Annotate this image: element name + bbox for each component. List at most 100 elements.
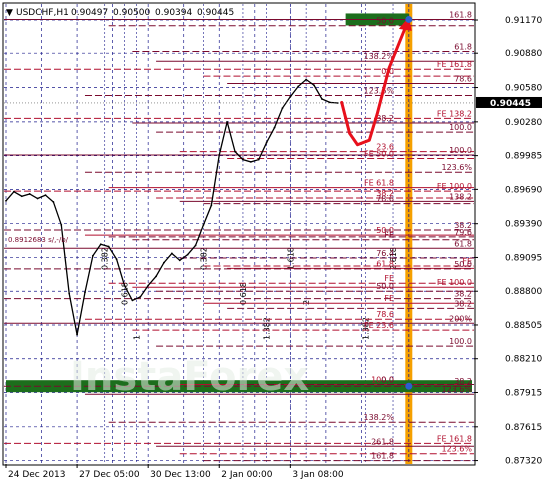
y-tick-label-0: 0.91170 <box>505 16 542 26</box>
fibo-level-label-14: 123.6% <box>441 163 472 172</box>
price-point-1 <box>12 190 15 193</box>
price-point-12 <box>99 243 102 246</box>
fibo-level-label-3: 138.2% <box>363 52 394 61</box>
target-marker-0 <box>405 15 413 23</box>
fibo-level-label-22: 79.6 <box>454 228 472 237</box>
y-tick-label-6: 0.89390 <box>505 220 542 230</box>
price-point-19 <box>155 275 157 278</box>
fibo-level-label-44: FE 161.8 <box>437 434 472 443</box>
fibo-level-label-19: 78.6 <box>376 195 394 204</box>
fibonacci-chart[interactable]: 0.3820.61810.3820.6181.3821.61821.3822.6… <box>0 0 545 484</box>
price-point-6 <box>52 201 55 203</box>
y-tick-label-13: 0.87320 <box>505 457 542 467</box>
fibo-level-label-45: 261.8 <box>371 437 394 446</box>
price-point-18 <box>147 284 150 287</box>
price-point-21 <box>170 252 173 255</box>
price-point-14 <box>115 258 118 261</box>
x-tick-label-0: 24 Dec 2013 <box>8 470 66 480</box>
price-point-27 <box>218 154 221 156</box>
price-point-40 <box>321 98 323 100</box>
side-note: 0.8912683 s/,-/b/ <box>8 236 69 244</box>
chart-header: ▼ USDCHF,H1 0.90497 0.90500 0.90394 0.90… <box>6 8 234 18</box>
x-tick-label-3: 2 Jan 00:00 <box>221 470 273 480</box>
price-point-10 <box>84 291 86 294</box>
price-point-11 <box>91 254 94 257</box>
y-tick-label-8: 0.88800 <box>505 287 542 297</box>
x-tick-label-4: 3 Jan 08:00 <box>292 470 344 480</box>
price-point-7 <box>60 223 63 226</box>
x-tick-label-1: 27 Dec 05:00 <box>79 470 140 480</box>
price-point-16 <box>131 299 134 302</box>
fibo-level-label-16: FE 100.0 <box>437 182 472 191</box>
price-point-23 <box>186 253 189 256</box>
price-point-0 <box>5 199 7 202</box>
y-tick-label-11: 0.87915 <box>505 388 542 398</box>
price-point-41 <box>328 101 331 104</box>
y-tick-label-7: 0.89095 <box>505 253 542 263</box>
fibo-level-label-30: FE 100.0 <box>437 278 472 287</box>
fibo-level-label-7: 123.6% <box>363 87 394 96</box>
price-point-35 <box>281 107 284 110</box>
x-tick-label-2: 30 Dec 13:00 <box>150 470 211 480</box>
price-point-4 <box>36 197 39 200</box>
target-marker-1 <box>405 382 413 390</box>
y-tick-label-1: 0.90880 <box>505 49 542 59</box>
watermark: InstaForex <box>70 354 309 400</box>
fibo-level-label-2: 61.8 <box>454 42 472 51</box>
price-point-17 <box>139 296 142 298</box>
fibo-level-label-46: 123.6% <box>441 445 472 454</box>
fibo-level-label-25: 76.4 <box>376 249 394 258</box>
ohlc-open: 0.90497 <box>71 8 108 18</box>
price-point-20 <box>163 261 165 264</box>
price-point-38 <box>305 78 308 81</box>
current-price-tag: 0.90445 <box>476 96 542 109</box>
y-tick-label-10: 0.88210 <box>505 355 542 365</box>
fibo-level-label-15: FE 61.8 <box>364 179 394 188</box>
price-point-31 <box>249 161 252 163</box>
price-point-8 <box>68 292 71 295</box>
y-tick-label-4: 0.89985 <box>505 152 542 162</box>
ohlc-close: 0.90445 <box>197 8 234 18</box>
price-point-5 <box>44 194 47 196</box>
fibo-level-label-27: 61.8 <box>376 259 394 268</box>
fibo-level-label-47: 161.8 <box>371 452 394 461</box>
price-point-34 <box>273 126 276 129</box>
y-tick-label-2: 0.90580 <box>505 84 542 94</box>
fibo-level-label-18: 138.2 <box>449 192 472 201</box>
fibo-level-label-32: 38.2 <box>454 290 472 299</box>
chart-arrow-icon: ▼ <box>6 8 13 18</box>
y-tick-label-3: 0.90280 <box>505 118 542 128</box>
vertical-level-label-4: 0.618 <box>239 282 248 305</box>
fibo-level-label-1: 50.0 <box>376 17 394 26</box>
vertical-level-label-3: 0.382 <box>199 247 208 270</box>
fibo-level-label-41: 0.0 <box>381 375 394 384</box>
y-tick-label-12: 0.87615 <box>505 423 542 433</box>
price-point-32 <box>257 158 260 161</box>
fibo-level-label-8: FE 138.2 <box>437 109 472 118</box>
fibo-level-label-35: 78.6 <box>376 310 394 319</box>
price-point-2 <box>20 195 23 198</box>
fibo-level-label-38: 100.0 <box>449 337 472 346</box>
y-tick-label-9: 0.88505 <box>505 321 542 331</box>
vertical-level-label-6: 1.618 <box>286 247 295 270</box>
fibo-level-label-23: FE <box>384 231 394 240</box>
fibo-level-label-36: 200% <box>449 314 472 323</box>
fibo-level-label-24: 61.8 <box>454 239 472 248</box>
y-tick-label-5: 0.89690 <box>505 185 542 195</box>
fibo-level-label-43: 138.2% <box>363 413 394 422</box>
fibo-level-label-28: 50.0 <box>454 260 472 269</box>
vertical-level-label-0: 0.382 <box>101 247 110 270</box>
vertical-level-label-5: 1.382 <box>263 317 272 340</box>
price-point-29 <box>234 150 236 153</box>
fibo-level-label-9: 38.2 <box>376 114 394 123</box>
vertical-level-label-7: 2 <box>302 300 311 305</box>
price-point-26 <box>210 204 213 207</box>
fibo-level-label-13: FE 50.0 <box>364 149 394 158</box>
fibo-level-label-34: 38.2 <box>454 299 472 308</box>
price-point-37 <box>297 85 300 88</box>
price-point-30 <box>242 158 244 161</box>
price-point-13 <box>107 245 110 248</box>
ohlc-low: 0.90394 <box>155 8 192 18</box>
price-point-15 <box>123 284 126 287</box>
price-point-33 <box>265 141 268 144</box>
